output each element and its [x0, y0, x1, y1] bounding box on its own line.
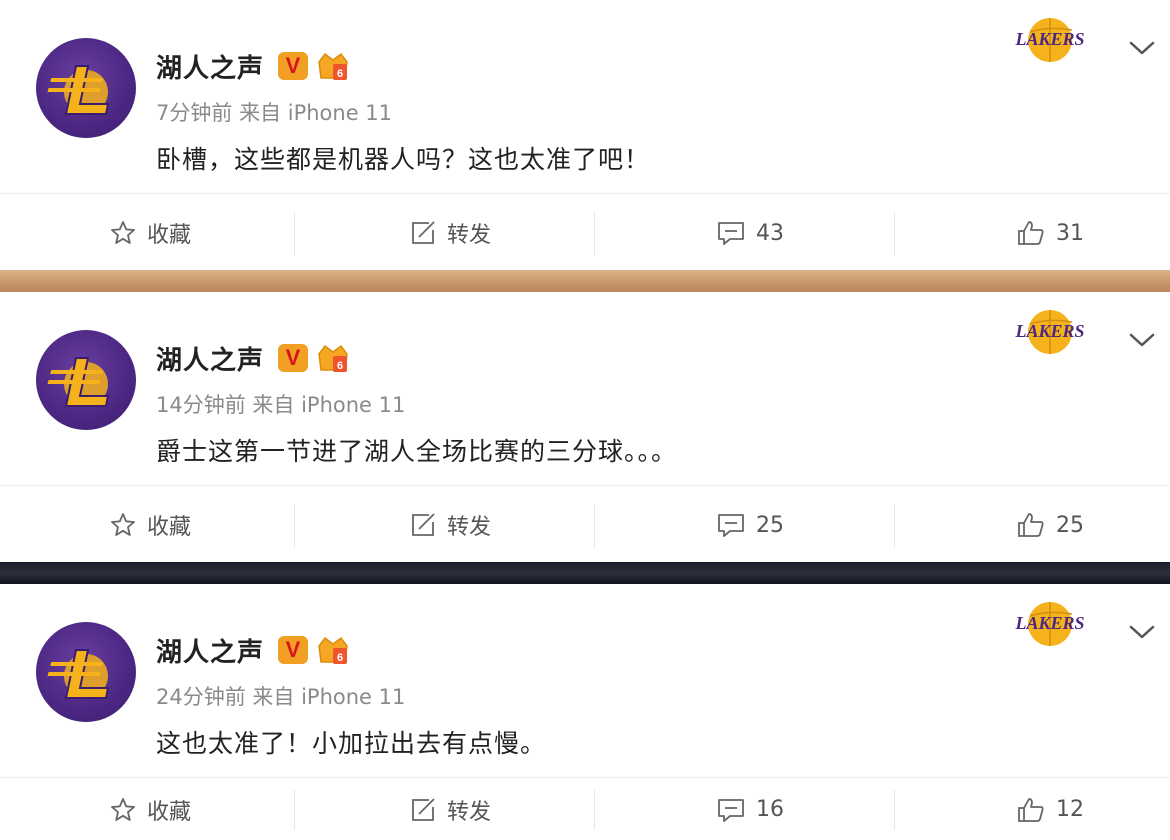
- chevron-down-icon[interactable]: [1128, 36, 1156, 60]
- repost-icon: [412, 513, 435, 536]
- divider: [894, 504, 895, 548]
- repost-button[interactable]: 转发: [300, 486, 600, 564]
- like-button[interactable]: 25: [900, 486, 1170, 564]
- chevron-down-icon[interactable]: [1128, 620, 1156, 644]
- lakers-logo-text: LAKERS: [1014, 613, 1084, 633]
- like-count: 12: [1056, 797, 1084, 822]
- comment-icon: [718, 222, 744, 245]
- divider: [294, 212, 295, 256]
- crown-badge-icon: 6: [318, 636, 348, 664]
- star-icon: [111, 797, 135, 821]
- post-source: 来自 iPhone 11: [252, 685, 406, 709]
- action-bar: 收藏 转发 43 31: [0, 193, 1170, 271]
- post-content: 卧槽，这些都是机器人吗？这也太准了吧！: [156, 145, 651, 174]
- comment-button[interactable]: 16: [600, 778, 900, 840]
- divider: [594, 212, 595, 256]
- repost-icon: [412, 797, 435, 821]
- image-strip: [0, 562, 1170, 584]
- thumbs-up-icon: [1018, 797, 1044, 822]
- lakers-logo-text: LAKERS: [1014, 29, 1084, 49]
- favorite-label: 收藏: [146, 223, 191, 248]
- favorite-label: 收藏: [146, 515, 191, 540]
- svg-text:6: 6: [337, 360, 343, 372]
- crown-badge-icon: 6: [318, 52, 348, 80]
- comment-count: 43: [756, 220, 784, 246]
- lakers-logo-icon: LAKERS: [1014, 602, 1085, 646]
- lakers-avatar-icon: [47, 649, 110, 699]
- favorite-button[interactable]: 收藏: [0, 486, 300, 564]
- lakers-avatar-icon: [47, 357, 110, 407]
- author-name[interactable]: 湖人之声: [156, 340, 264, 377]
- comment-icon: [718, 798, 744, 822]
- crown-badge-icon: 6: [318, 344, 348, 372]
- lakers-avatar-icon: [47, 65, 110, 115]
- post-time: 24分钟前: [156, 685, 246, 709]
- action-bar: 收藏 转发 25 25: [0, 485, 1170, 563]
- repost-icon: [412, 221, 435, 244]
- verified-badge: V: [278, 636, 308, 664]
- comment-button[interactable]: 25: [600, 486, 900, 564]
- divider: [894, 790, 895, 830]
- post-meta: 14分钟前 来自 iPhone 11: [156, 389, 405, 419]
- avatar[interactable]: [36, 330, 136, 430]
- verified-badge: V: [278, 52, 308, 80]
- star-icon: [111, 513, 135, 536]
- chevron-down-icon[interactable]: [1128, 328, 1156, 352]
- like-button[interactable]: 12: [900, 778, 1170, 840]
- post-source: 来自 iPhone 11: [239, 101, 393, 125]
- verified-badge: V: [278, 344, 308, 372]
- avatar[interactable]: [36, 622, 136, 722]
- repost-button[interactable]: 转发: [300, 778, 600, 840]
- comment-count: 25: [756, 512, 784, 538]
- repost-label: 转发: [446, 223, 491, 248]
- action-bar: 收藏 转发 16 12: [0, 777, 1170, 840]
- repost-label: 转发: [446, 799, 491, 825]
- post-time: 7分钟前: [156, 101, 233, 125]
- lakers-logo-icon: LAKERS: [1014, 18, 1085, 62]
- divider: [594, 790, 595, 830]
- svg-text:6: 6: [337, 68, 343, 80]
- weibo-post: 湖人之声 V 6 14分钟前 来自 iPhone 11 爵士这第一节进了湖人全场…: [0, 292, 1170, 563]
- star-icon: [111, 221, 135, 244]
- comment-button[interactable]: 43: [600, 194, 900, 272]
- post-source: 来自 iPhone 11: [252, 393, 406, 417]
- like-button[interactable]: 31: [900, 194, 1170, 272]
- post-content: 这也太准了！小加拉出去有点慢。: [156, 729, 547, 758]
- divider: [294, 504, 295, 548]
- favorite-button[interactable]: 收藏: [0, 194, 300, 272]
- divider: [294, 790, 295, 830]
- comment-count: 16: [756, 797, 784, 822]
- divider: [894, 212, 895, 256]
- lakers-logo-text: LAKERS: [1014, 321, 1084, 341]
- like-count: 31: [1056, 220, 1084, 246]
- repost-label: 转发: [446, 515, 491, 540]
- image-strip: [0, 270, 1170, 292]
- svg-text:6: 6: [337, 652, 343, 664]
- weibo-post: 湖人之声 V 6 24分钟前 来自 iPhone 11 这也太准了！小加拉出去有…: [0, 584, 1170, 840]
- weibo-post: 湖人之声 V 6 7分钟前 来自 iPhone 11 卧槽，这些都是机器人吗？这…: [0, 0, 1170, 271]
- post-content: 爵士这第一节进了湖人全场比赛的三分球。。。: [156, 437, 678, 466]
- lakers-logo-icon: LAKERS: [1014, 310, 1085, 354]
- thumbs-up-icon: [1018, 221, 1044, 245]
- divider: [594, 504, 595, 548]
- favorite-button[interactable]: 收藏: [0, 778, 300, 840]
- like-count: 25: [1056, 512, 1084, 538]
- post-time: 14分钟前: [156, 393, 246, 417]
- post-meta: 7分钟前 来自 iPhone 11: [156, 97, 392, 127]
- avatar[interactable]: [36, 38, 136, 138]
- favorite-label: 收藏: [146, 799, 191, 825]
- thumbs-up-icon: [1018, 513, 1044, 537]
- comment-icon: [718, 514, 744, 537]
- author-name[interactable]: 湖人之声: [156, 48, 264, 85]
- post-meta: 24分钟前 来自 iPhone 11: [156, 681, 405, 711]
- author-name[interactable]: 湖人之声: [156, 632, 264, 669]
- repost-button[interactable]: 转发: [300, 194, 600, 272]
